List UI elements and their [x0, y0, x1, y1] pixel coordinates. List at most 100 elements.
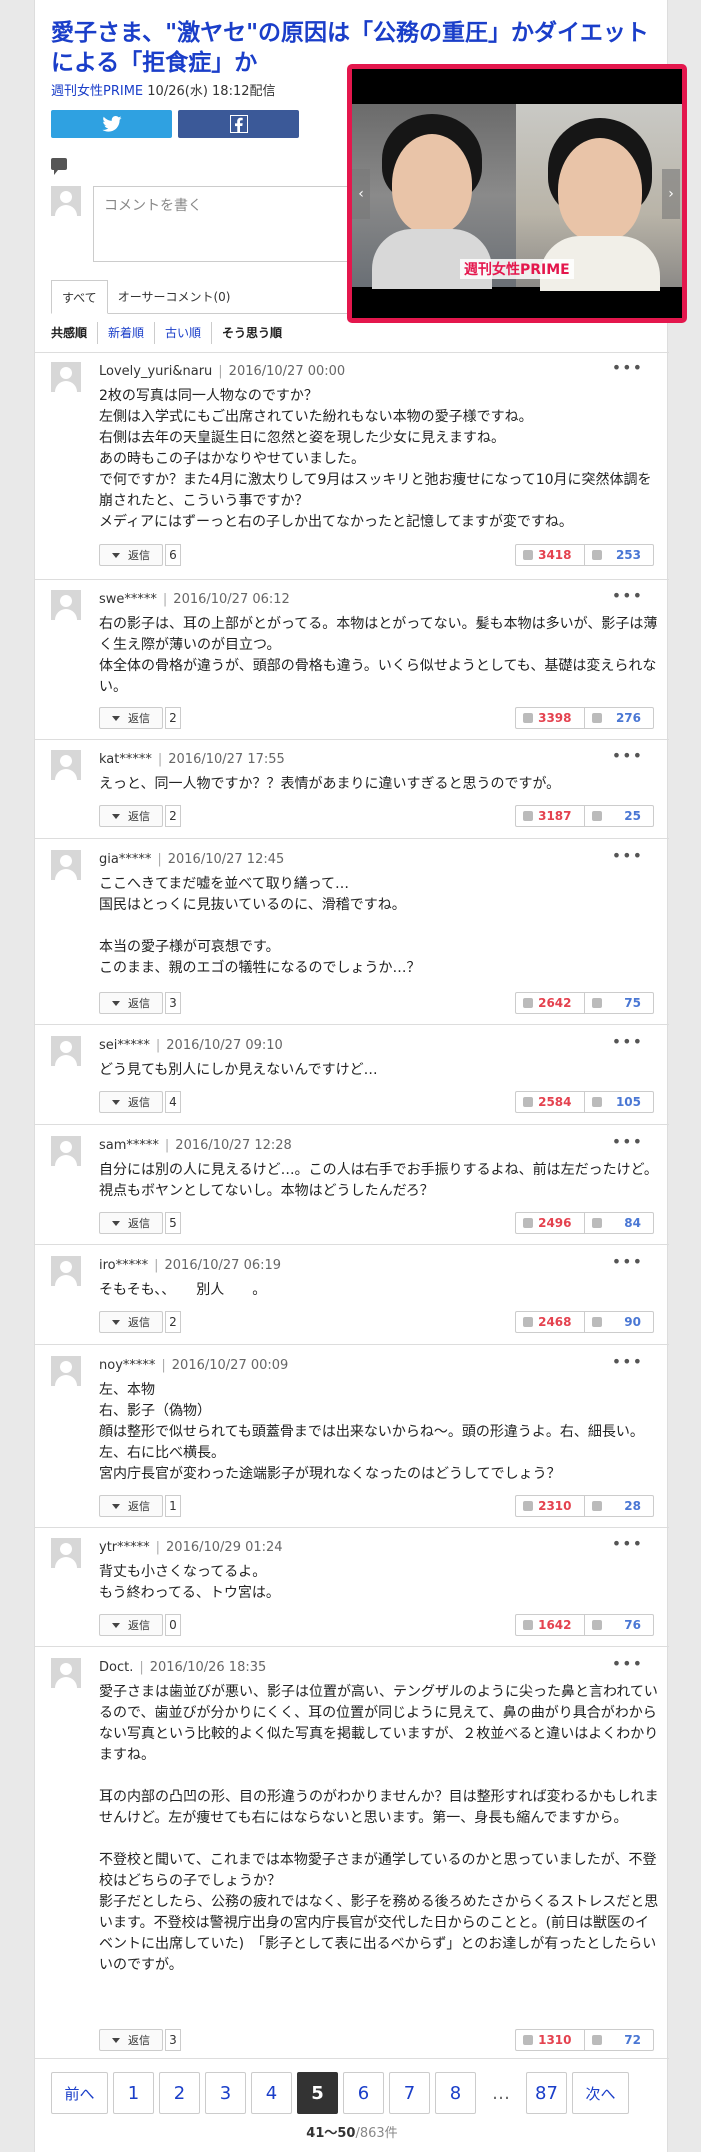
- page-5-current[interactable]: 5: [297, 2072, 338, 2114]
- more-options-icon[interactable]: •••: [612, 1534, 643, 1553]
- comment-user[interactable]: gia*****: [99, 852, 151, 867]
- more-options-icon[interactable]: •••: [612, 1252, 643, 1271]
- comment-user[interactable]: swe*****: [99, 592, 157, 607]
- sort-agree[interactable]: そう思う順: [211, 322, 292, 344]
- comment-user[interactable]: kat*****: [99, 752, 152, 767]
- reply-button[interactable]: 返信: [99, 805, 163, 827]
- reply-count: 6: [165, 544, 181, 566]
- thumbs-up-icon: [523, 1097, 533, 1107]
- reply-button[interactable]: 返信: [99, 1091, 163, 1113]
- good-count: 2496: [538, 1216, 572, 1230]
- sort-newest[interactable]: 新着順: [97, 322, 154, 344]
- chevron-down-icon: [112, 1000, 120, 1006]
- article-source[interactable]: 週刊女性PRIME: [51, 84, 143, 99]
- vote-buttons: 2468 90: [515, 1311, 654, 1333]
- bad-button[interactable]: 276: [585, 708, 654, 728]
- more-options-icon[interactable]: •••: [612, 1654, 643, 1673]
- page-4[interactable]: 4: [251, 2072, 292, 2114]
- vote-buttons: 3418 253: [515, 544, 654, 566]
- reply-button[interactable]: 返信: [99, 1614, 163, 1636]
- video-prev-arrow-icon[interactable]: ‹: [352, 169, 370, 219]
- prev-page-button[interactable]: 前へ: [51, 2072, 108, 2114]
- page-1[interactable]: 1: [113, 2072, 154, 2114]
- good-button[interactable]: 2642: [516, 993, 585, 1013]
- reply-button[interactable]: 返信: [99, 707, 163, 729]
- video-player[interactable]: ‹ › 週刊女性PRIME: [347, 64, 687, 323]
- comment-user[interactable]: ytr*****: [99, 1540, 150, 1555]
- comment-user[interactable]: iro*****: [99, 1258, 148, 1273]
- reply-button[interactable]: 返信: [99, 2029, 163, 2051]
- twitter-share-button[interactable]: [51, 110, 172, 138]
- bad-button[interactable]: 75: [585, 993, 654, 1013]
- good-button[interactable]: 2584: [516, 1092, 585, 1112]
- comment-user[interactable]: Lovely_yuri&naru: [99, 364, 212, 379]
- bad-button[interactable]: 105: [585, 1092, 654, 1112]
- reply-count: 2: [165, 1311, 181, 1333]
- bad-button[interactable]: 90: [585, 1312, 654, 1332]
- bad-button[interactable]: 28: [585, 1496, 654, 1516]
- avatar: [51, 1538, 81, 1568]
- bad-button[interactable]: 253: [585, 545, 654, 565]
- sort-empathy[interactable]: 共感順: [51, 322, 97, 344]
- page-7[interactable]: 7: [389, 2072, 430, 2114]
- good-button[interactable]: 3418: [516, 545, 585, 565]
- good-button[interactable]: 3398: [516, 708, 585, 728]
- page-8[interactable]: 8: [435, 2072, 476, 2114]
- bad-button[interactable]: 84: [585, 1213, 654, 1233]
- vote-buttons: 2496 84: [515, 1212, 654, 1234]
- good-button[interactable]: 2496: [516, 1213, 585, 1233]
- reply-button[interactable]: 返信: [99, 992, 163, 1014]
- reply-button[interactable]: 返信: [99, 1311, 163, 1333]
- video-next-arrow-icon[interactable]: ›: [662, 169, 680, 219]
- vote-buttons: 2642 75: [515, 992, 654, 1014]
- page-3[interactable]: 3: [205, 2072, 246, 2114]
- more-options-icon[interactable]: •••: [612, 846, 643, 865]
- more-options-icon[interactable]: •••: [612, 586, 643, 605]
- reply-button[interactable]: 返信: [99, 544, 163, 566]
- video-watermark-logo: 週刊女性PRIME: [460, 259, 574, 279]
- reply-button[interactable]: 返信: [99, 1495, 163, 1517]
- chevron-down-icon: [112, 813, 120, 819]
- bad-button[interactable]: 25: [585, 806, 654, 826]
- reply-button[interactable]: 返信: [99, 1212, 163, 1234]
- comment-text: 2枚の写真は同一人物なのですか？ 左側は入学式にもご出席されていた紛れもない本物…: [99, 388, 652, 530]
- vote-buttons: 1310 72: [515, 2029, 654, 2051]
- more-options-icon[interactable]: •••: [612, 746, 643, 765]
- tab-all[interactable]: すべて: [51, 280, 108, 314]
- page-6[interactable]: 6: [343, 2072, 384, 2114]
- comment-user[interactable]: Doct.: [99, 1660, 133, 1675]
- comment-text: そもそも、、 別人 。: [99, 1282, 267, 1298]
- comment-user[interactable]: noy*****: [99, 1358, 155, 1373]
- bad-button[interactable]: 72: [585, 2030, 654, 2050]
- thumbs-up-icon: [523, 1218, 533, 1228]
- comment-date: 2016/10/27 12:28: [175, 1138, 292, 1153]
- divider: [35, 739, 669, 740]
- chevron-down-icon: [112, 552, 120, 558]
- sort-oldest[interactable]: 古い順: [154, 322, 211, 344]
- good-button[interactable]: 2468: [516, 1312, 585, 1332]
- reply-label: 返信: [128, 1096, 150, 1109]
- comment-item: sam***** | 2016/10/27 12:28 ••• 自分には別の人に見え…: [51, 1132, 658, 1236]
- comment-user[interactable]: sei*****: [99, 1038, 150, 1053]
- facebook-share-button[interactable]: [178, 110, 299, 138]
- good-button[interactable]: 3187: [516, 806, 585, 826]
- comment-user[interactable]: sam*****: [99, 1138, 159, 1153]
- more-options-icon[interactable]: •••: [612, 1352, 643, 1371]
- page-last[interactable]: 87: [526, 2072, 567, 2114]
- tab-author-comments[interactable]: オーサーコメント(0): [108, 280, 241, 314]
- avatar: [51, 1256, 81, 1286]
- good-button[interactable]: 1642: [516, 1615, 585, 1635]
- bad-count: 76: [624, 1618, 641, 1632]
- bad-button[interactable]: 76: [585, 1615, 654, 1635]
- more-options-icon[interactable]: •••: [612, 1132, 643, 1151]
- result-range: 41〜50: [306, 2126, 356, 2141]
- good-button[interactable]: 1310: [516, 2030, 585, 2050]
- sort-options: 共感順 新着順 古い順 そう思う順: [51, 322, 292, 344]
- good-button[interactable]: 2310: [516, 1496, 585, 1516]
- comment-header: sam***** | 2016/10/27 12:28: [99, 1138, 292, 1153]
- next-page-button[interactable]: 次へ: [572, 2072, 629, 2114]
- reply-label: 返信: [128, 2034, 150, 2047]
- more-options-icon[interactable]: •••: [612, 358, 643, 377]
- more-options-icon[interactable]: •••: [612, 1032, 643, 1051]
- page-2[interactable]: 2: [159, 2072, 200, 2114]
